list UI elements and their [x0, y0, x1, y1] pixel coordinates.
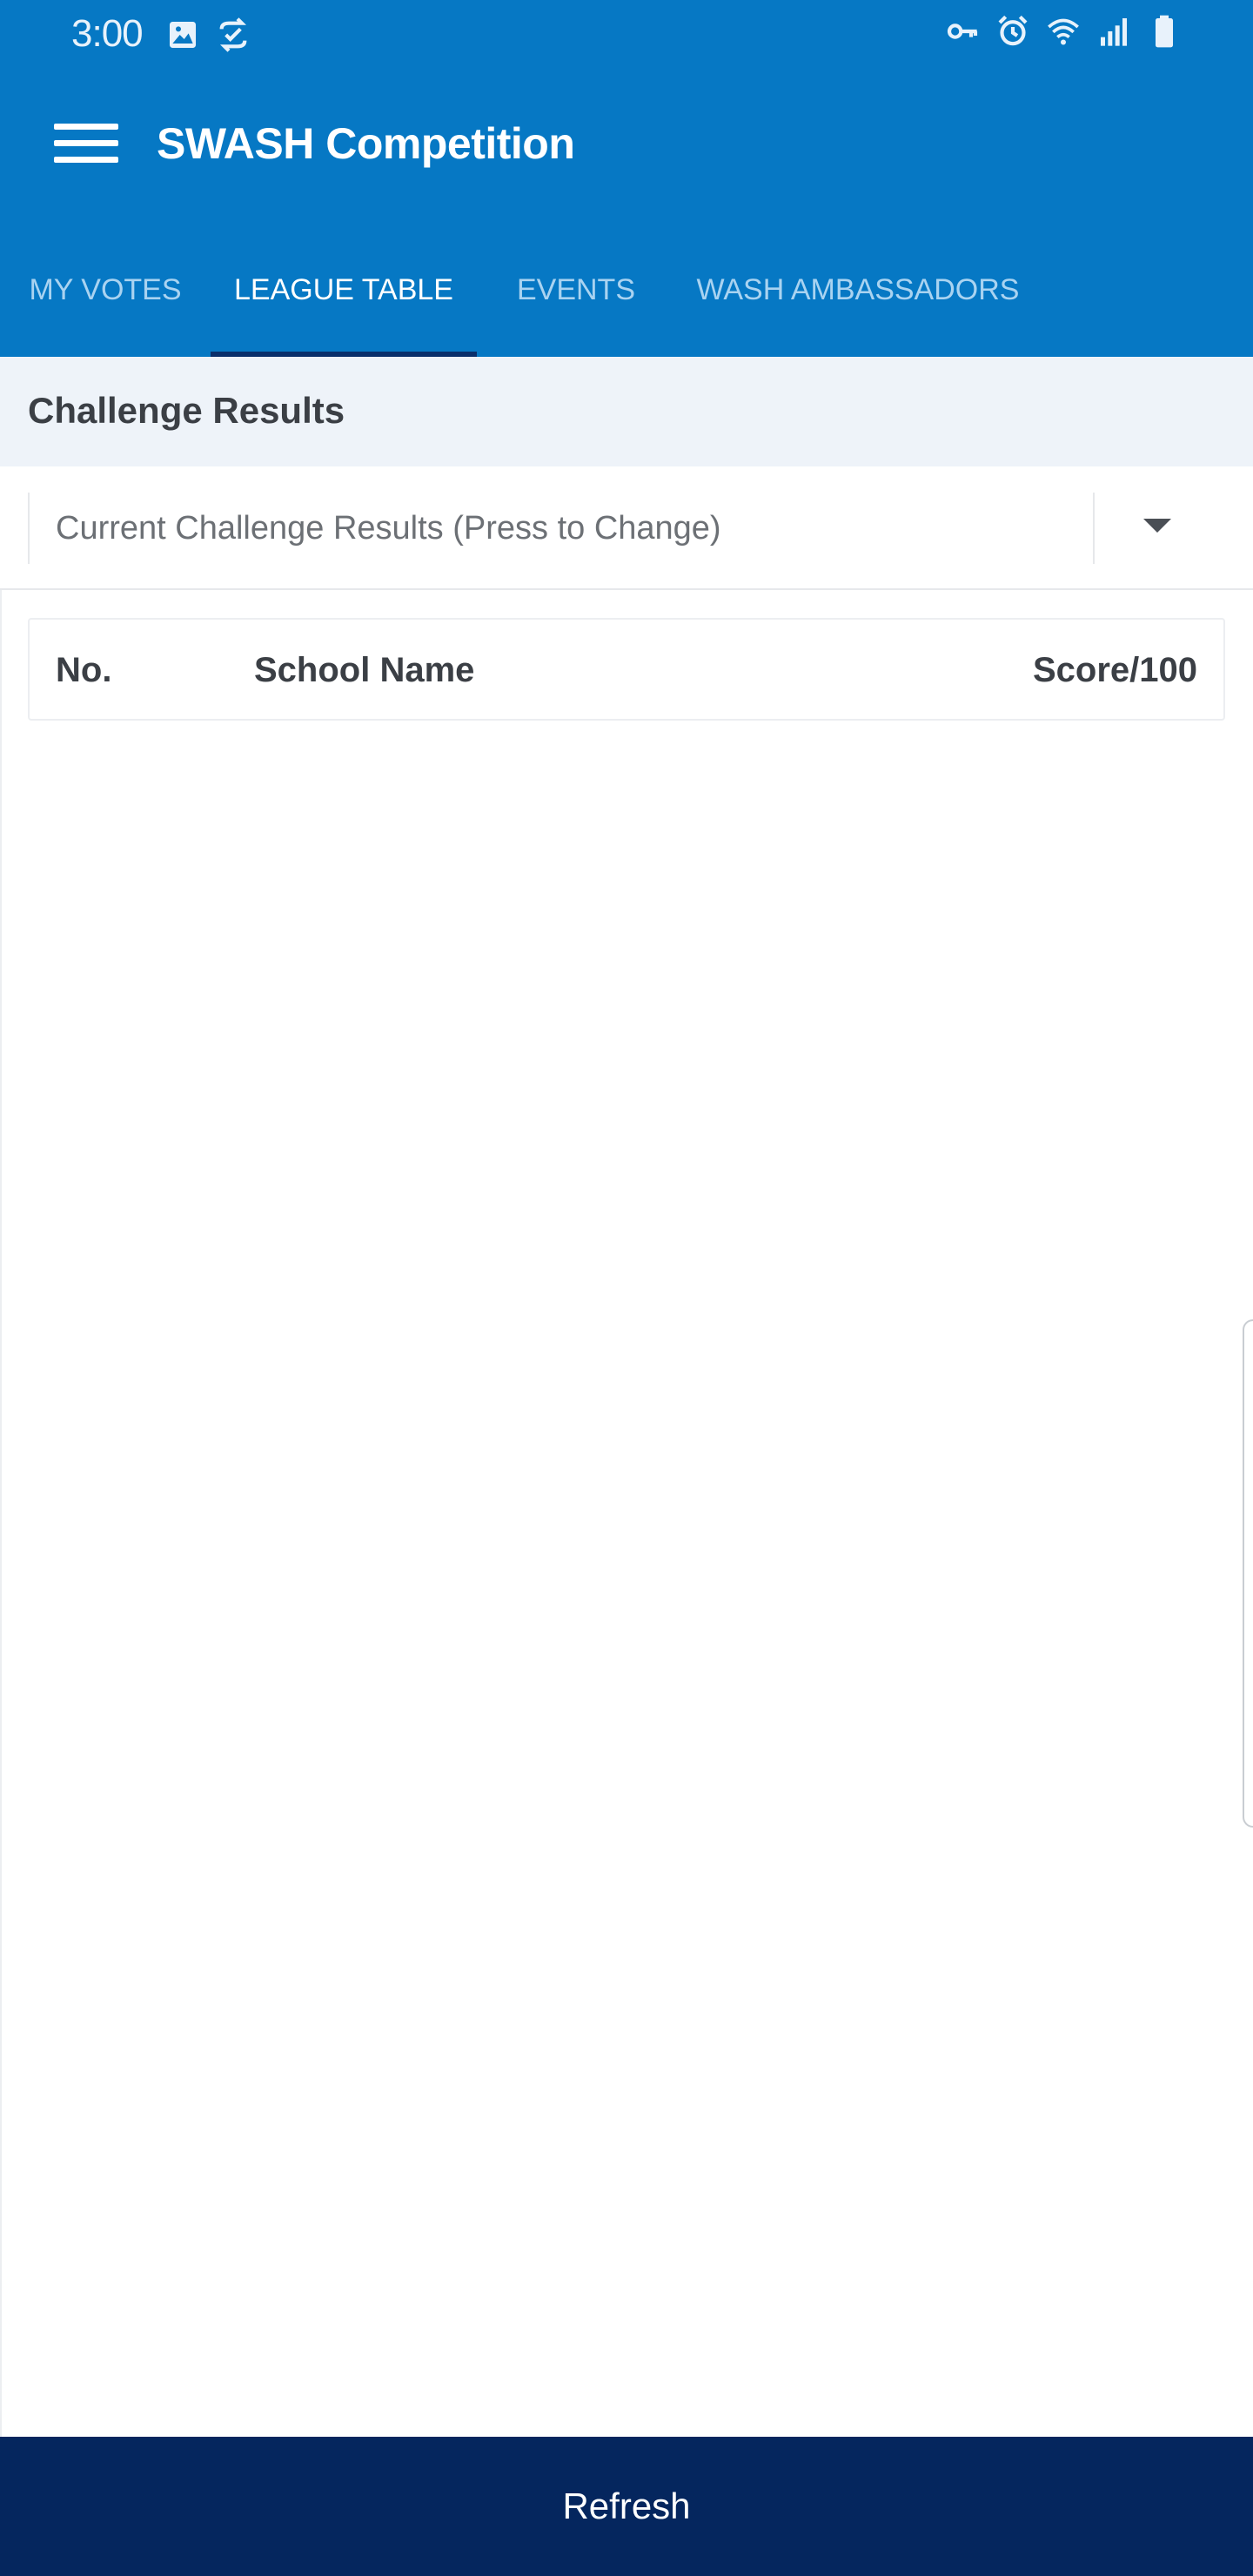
content-left-border: [0, 590, 2, 2437]
battery-icon: [1156, 15, 1173, 48]
tab-wash-ambassadors[interactable]: WASH AMBASSADORS: [675, 223, 1041, 357]
tab-league-table[interactable]: LEAGUE TABLE: [211, 223, 477, 357]
app-root: 3:00 SWASH Competition MY VOTES LEAGUE T…: [0, 0, 1253, 2576]
challenge-picker[interactable]: Current Challenge Results (Press to Chan…: [28, 493, 1230, 564]
tab-events[interactable]: EVENTS: [477, 223, 675, 357]
section-title: Challenge Results: [28, 390, 345, 431]
app-title: SWASH Competition: [157, 119, 575, 168]
alarm-icon: [998, 15, 1028, 46]
column-header-score: Score/100: [1032, 651, 1197, 689]
menu-line: [54, 140, 118, 146]
status-left-icons: [165, 17, 251, 52]
app-bar: SWASH Competition: [0, 70, 1253, 223]
signal-icon: [1101, 18, 1127, 46]
column-header-school-name: School Name: [254, 651, 475, 689]
status-right-icons: [945, 14, 1182, 49]
dropdown-arrow-icon[interactable]: [1143, 519, 1171, 533]
vpn-key-icon: [947, 23, 978, 39]
status-time: 3:00: [71, 12, 144, 55]
refresh-button[interactable]: Refresh: [0, 2437, 1253, 2576]
edge-panel-handle[interactable]: [1243, 1319, 1253, 1828]
column-header-no: No.: [56, 651, 112, 689]
status-bar: 3:00: [0, 0, 1253, 70]
menu-line: [54, 124, 118, 130]
picker-divider: [1093, 493, 1095, 564]
sync-check-icon: [219, 17, 247, 52]
challenge-picker-value: Current Challenge Results (Press to Chan…: [56, 510, 721, 547]
menu-line: [54, 157, 118, 163]
hamburger-menu-icon[interactable]: [54, 124, 118, 171]
tab-my-votes[interactable]: MY VOTES: [0, 223, 211, 357]
wifi-icon: [1048, 18, 1079, 45]
image-icon: [170, 22, 196, 48]
section-header: Challenge Results: [0, 357, 1253, 466]
results-table-header: No. School Name Score/100: [28, 618, 1225, 721]
challenge-picker-row: Current Challenge Results (Press to Chan…: [0, 466, 1253, 590]
tab-bar: MY VOTES LEAGUE TABLE EVENTS WASH AMBASS…: [0, 223, 1253, 357]
